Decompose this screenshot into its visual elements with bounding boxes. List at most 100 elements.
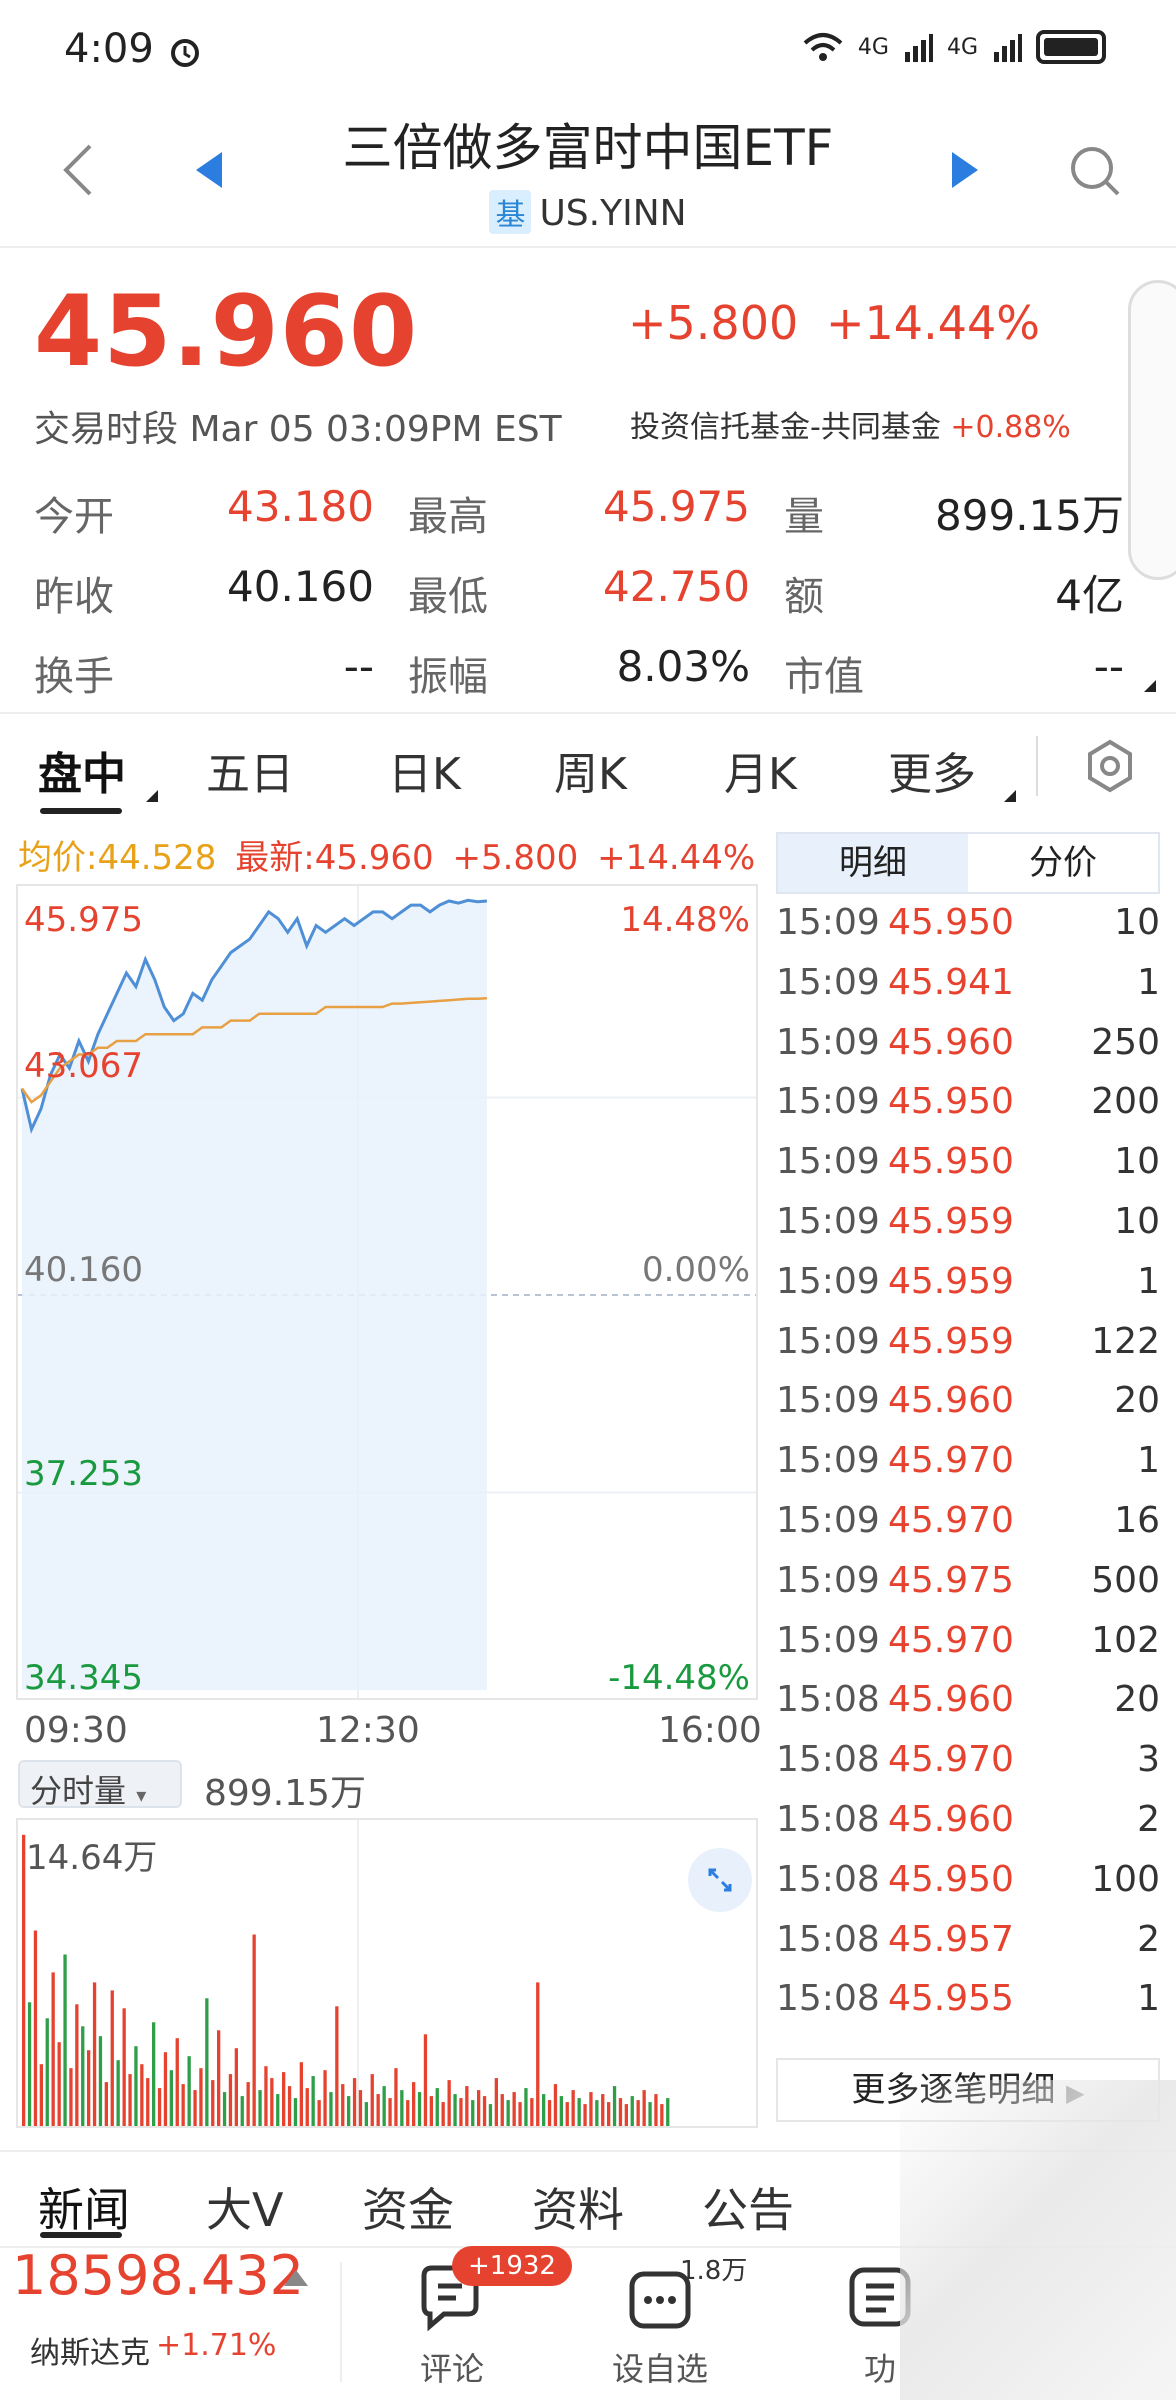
volume-bar — [435, 2088, 439, 2126]
volume-bar — [311, 2076, 315, 2126]
tab-capital[interactable]: 资金 — [362, 2174, 454, 2240]
volume-bar — [63, 1954, 67, 2126]
y-tick-value: 37.253 — [24, 1454, 143, 1494]
tab-intraday[interactable]: 盘中 — [38, 738, 126, 802]
tick-row: 15:09 45.960 250 — [776, 1022, 1160, 1082]
tick-row: 15:08 45.957 2 — [776, 1919, 1160, 1979]
wifi-icon — [803, 33, 843, 61]
tick-volume: 2 — [1137, 1918, 1160, 1960]
volume-bar — [252, 1934, 256, 2126]
volume-bar — [299, 2062, 303, 2126]
sector-name: 投资信托基金-共同基金 — [630, 410, 941, 445]
tick-time: 15:09 — [776, 961, 880, 1003]
tick-price: 45.959 — [888, 1320, 1014, 1362]
tab-profile[interactable]: 资料 — [532, 2174, 624, 2240]
settings-gear-icon[interactable] — [1082, 738, 1138, 794]
tick-time: 15:09 — [776, 1081, 880, 1123]
y-tick-value: 40.160 — [24, 1250, 143, 1290]
stat-value: 4亿 — [1055, 571, 1124, 620]
stat-value: 43.180 — [227, 482, 374, 531]
y-tick-value: 34.345 — [24, 1658, 143, 1698]
volume-bar — [152, 2022, 156, 2126]
volume-bar — [453, 2094, 457, 2126]
tick-volume: 20 — [1114, 1380, 1160, 1422]
volume-selector[interactable]: 分时量 ▾ — [18, 1760, 182, 1810]
volume-bar — [429, 2096, 433, 2126]
tab-announcements[interactable]: 公告 — [702, 2174, 794, 2240]
tab-detail[interactable]: 明细 — [778, 834, 968, 892]
volume-bar — [512, 2092, 516, 2126]
next-stock-icon[interactable] — [952, 152, 978, 188]
index-value[interactable]: 18598.432 — [12, 2244, 304, 2307]
chevron-down-icon: ▾ — [136, 1783, 147, 1807]
sector-info[interactable]: 投资信托基金-共同基金 +0.88% — [630, 402, 1071, 446]
tick-price: 45.955 — [888, 1978, 1014, 2020]
volume-bar — [370, 2074, 374, 2126]
tick-price: 45.941 — [888, 961, 1014, 1003]
tab-daily-k[interactable]: 日K — [388, 738, 461, 802]
tick-volume: 250 — [1091, 1021, 1160, 1063]
tick-time: 15:08 — [776, 1799, 880, 1840]
search-icon[interactable] — [1068, 144, 1122, 198]
tab-weekly-k[interactable]: 周K — [554, 738, 627, 802]
status-indicators: 4G 4G — [802, 30, 1106, 64]
tab-bigv[interactable]: 大V — [206, 2174, 283, 2240]
tick-time: 15:08 — [776, 1918, 880, 1960]
comments-badge: +1932 — [452, 2246, 572, 2286]
x-tick-0: 09:30 — [24, 1710, 128, 1751]
volume-bar — [482, 2096, 487, 2126]
trading-session: 交易时段 Mar 05 03:09PM EST — [34, 409, 562, 450]
tick-price: 45.975 — [888, 1559, 1014, 1601]
volume-bar — [583, 2104, 587, 2126]
tick-time: 15:09 — [776, 1619, 880, 1661]
volume-bar — [246, 2082, 250, 2126]
tick-volume: 20 — [1114, 1679, 1160, 1721]
expand-icon[interactable] — [688, 1848, 752, 1912]
volume-bar — [660, 2104, 664, 2126]
tick-row: 15:09 45.950 200 — [776, 1081, 1160, 1141]
page-title: 三倍做多富时中国ETF — [342, 119, 834, 177]
volume-bar — [122, 2008, 126, 2126]
volume-bar — [506, 2100, 510, 2126]
volume-bar — [323, 2070, 327, 2126]
tick-row: 15:08 45.960 2 — [776, 1799, 1160, 1859]
volume-bar — [39, 2064, 43, 2126]
tab-news[interactable]: 新闻 — [38, 2174, 130, 2240]
stats-expand-corner[interactable] — [1144, 680, 1156, 692]
tab-5day[interactable]: 五日 — [206, 738, 294, 802]
volume-bar — [459, 2098, 463, 2126]
volume-bar — [394, 2068, 398, 2126]
volume-bar — [559, 2096, 563, 2126]
side-drawer-handle[interactable] — [1128, 280, 1176, 580]
legend-change: +5.800 — [452, 838, 579, 878]
volume-bar — [317, 2100, 321, 2126]
tick-time: 15:08 — [776, 1739, 880, 1781]
tab-monthly-k[interactable]: 月K — [724, 738, 797, 802]
volume-bar — [51, 1972, 55, 2126]
nav-comments[interactable]: 评论 — [382, 2344, 522, 2390]
tab-price-dist[interactable]: 分价 — [968, 834, 1158, 892]
volume-bar — [293, 2098, 298, 2126]
stat-label: 市值 — [784, 654, 864, 700]
watch-count: 1.8万 — [680, 2256, 748, 2286]
volume-bar — [488, 2104, 493, 2126]
tick-price: 45.960 — [888, 1021, 1014, 1063]
volume-bar — [601, 2094, 605, 2126]
header-divider — [0, 246, 1176, 248]
volume-bar — [358, 2090, 363, 2126]
volume-bar — [595, 2100, 599, 2126]
intraday-chart[interactable] — [16, 884, 758, 1700]
tab-more[interactable]: 更多 — [888, 738, 976, 802]
fund-badge: 基 — [489, 190, 532, 234]
tick-row: 15:09 45.959 10 — [776, 1201, 1160, 1261]
volume-bar — [471, 2100, 475, 2126]
nav-add-watchlist[interactable]: 设自选 — [590, 2344, 730, 2390]
stat-value: -- — [1093, 642, 1124, 691]
volume-bar — [642, 2090, 646, 2126]
volume-bar — [500, 2094, 504, 2126]
y-tick-pct: -14.48% — [608, 1658, 750, 1698]
ticks-tabs: 明细 分价 — [776, 832, 1160, 894]
sector-pct: +0.88% — [950, 410, 1071, 445]
legend-latest: 最新:45.960 — [235, 838, 434, 878]
volume-bar — [465, 2086, 469, 2126]
